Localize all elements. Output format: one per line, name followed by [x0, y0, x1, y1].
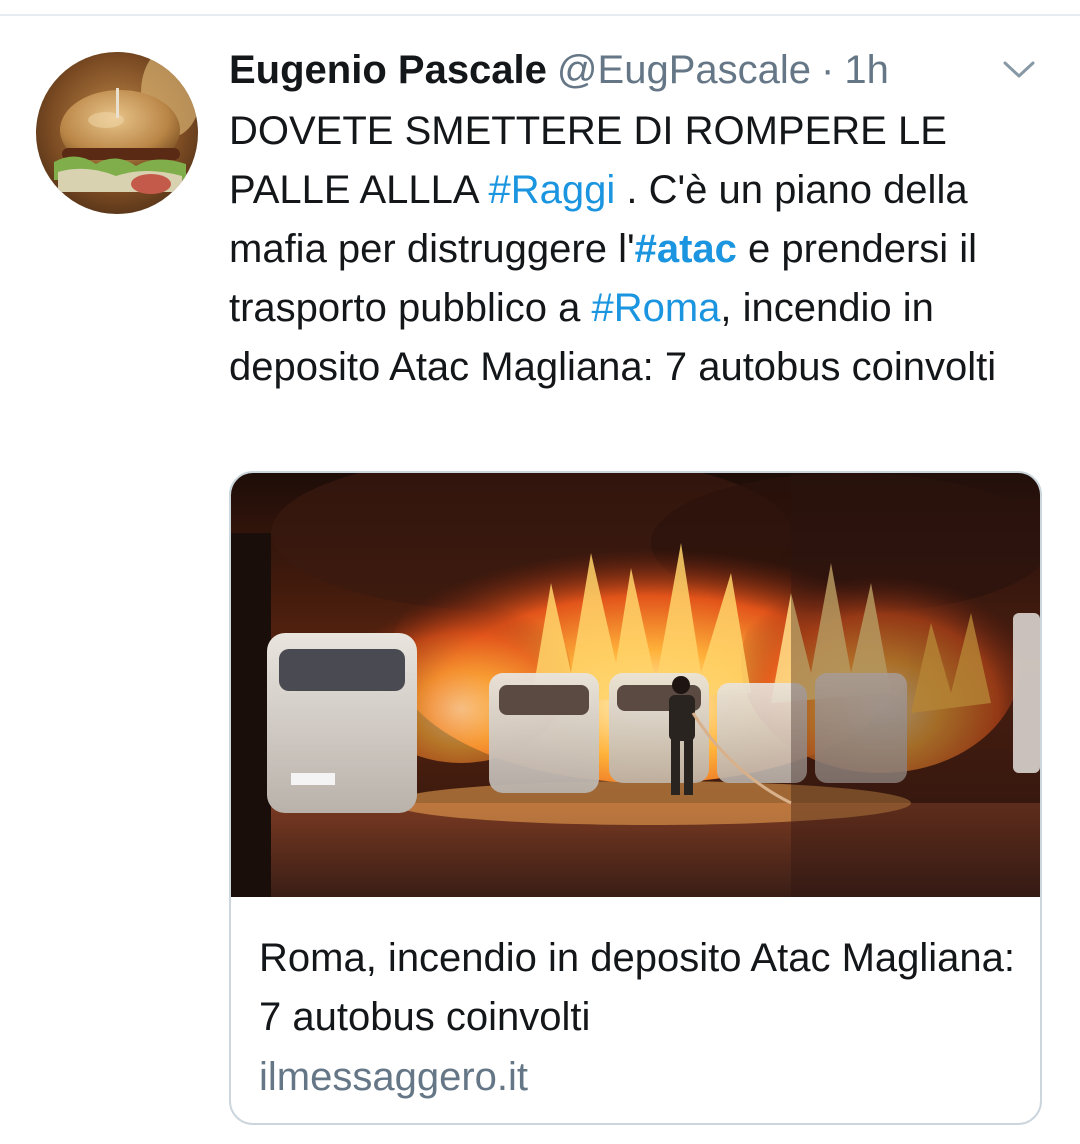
bus-fire-image [231, 473, 1040, 897]
chevron-down-icon [1003, 61, 1035, 78]
user-handle[interactable]: @EugPascale [557, 48, 811, 93]
display-name[interactable]: Eugenio Pascale [229, 48, 547, 93]
link-card[interactable]: Roma, incendio in deposito Atac Magliana… [229, 471, 1042, 1125]
tweet-header: Eugenio Pascale @EugPascale · 1h [229, 44, 889, 96]
top-divider [0, 14, 1080, 16]
burger-photo-icon [36, 52, 198, 214]
hashtag-roma[interactable]: #Roma [591, 286, 720, 330]
separator-dot: · [821, 47, 835, 92]
timestamp[interactable]: 1h [844, 48, 889, 93]
card-body: Roma, incendio in deposito Atac Magliana… [259, 929, 1019, 1105]
hashtag-raggi[interactable]: #Raggi [488, 168, 615, 212]
hashtag-atac[interactable]: #atac [635, 227, 737, 271]
tweet-menu-button[interactable] [998, 50, 1040, 90]
card-title[interactable]: Roma, incendio in deposito Atac Magliana… [259, 929, 1019, 1047]
avatar[interactable] [36, 52, 198, 214]
card-domain[interactable]: ilmessaggero.it [259, 1049, 1019, 1105]
tweet-text: DOVETE SMETTERE DI ROMPERE LE PALLE ALLL… [229, 102, 1049, 397]
